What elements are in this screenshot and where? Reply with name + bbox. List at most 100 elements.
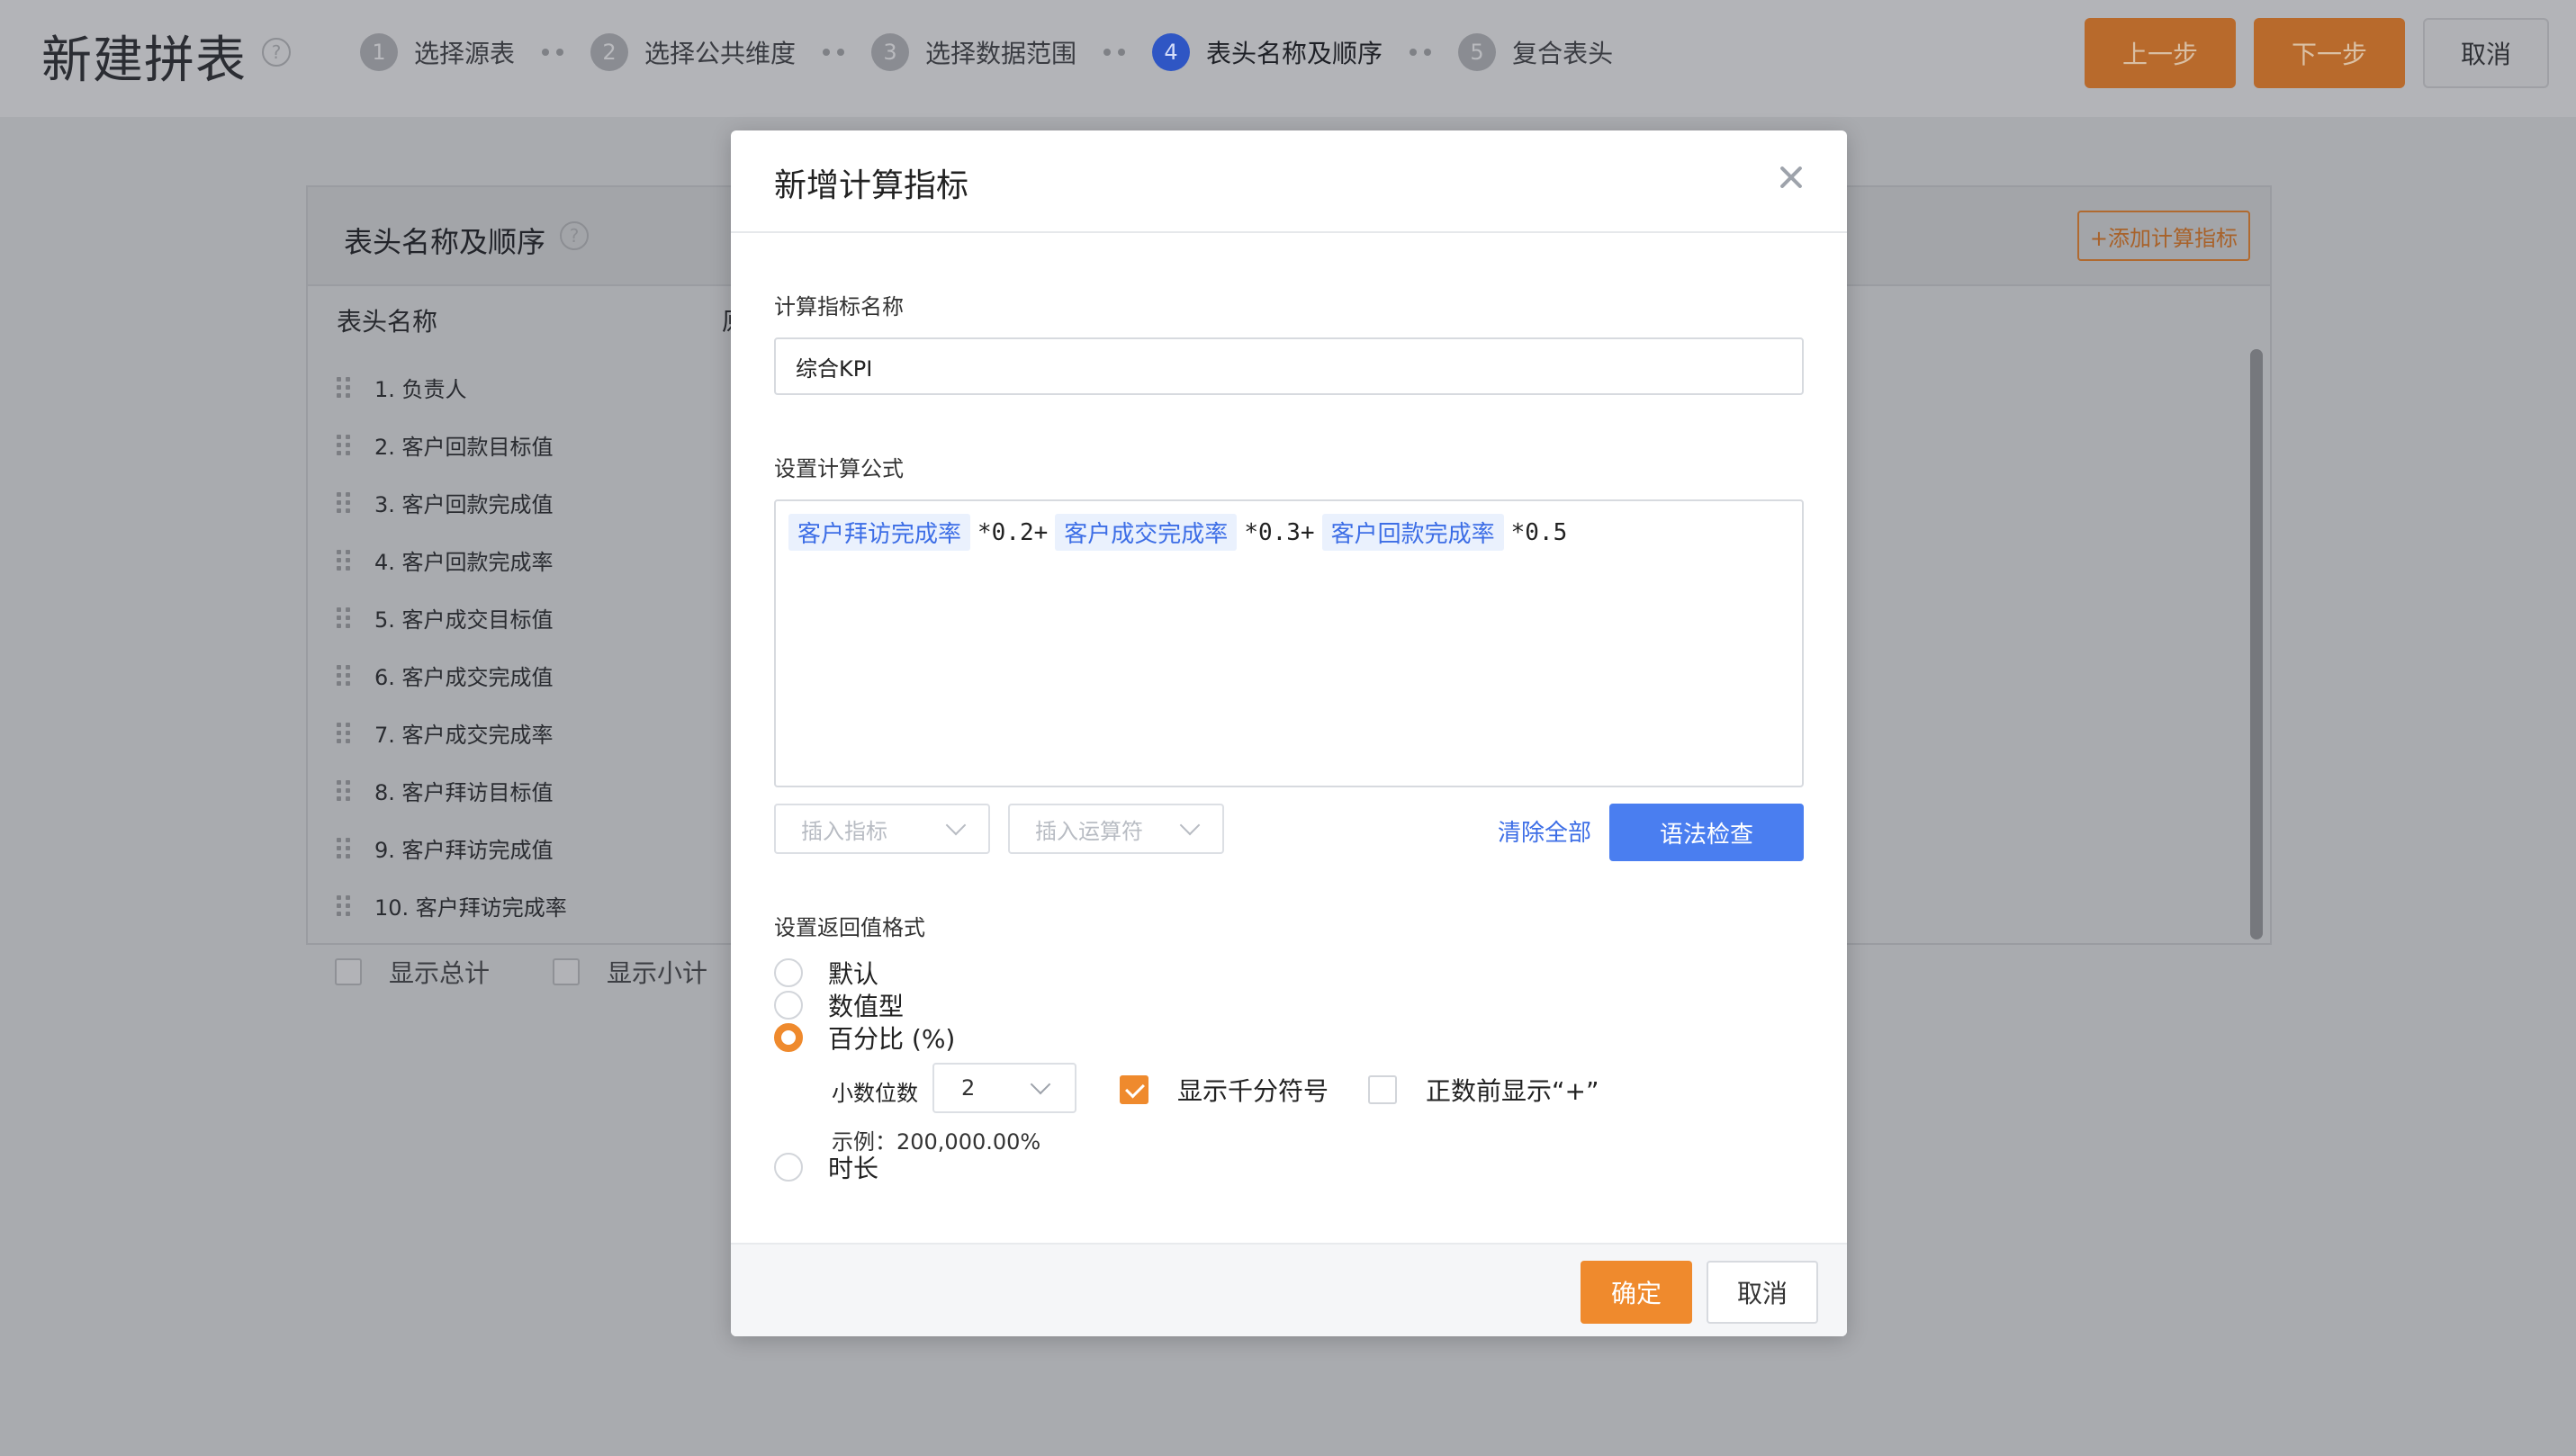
step-label: 选择源表 [414,39,516,68]
cancel-button[interactable]: 取消 [2423,18,2549,88]
format-radio-numeric[interactable]: 数值型 [774,987,904,1023]
step-label: 表头名称及顺序 [1206,39,1383,68]
step-number: 1 [360,33,398,71]
step-number: 5 [1458,33,1497,71]
checkbox-checked-icon [1120,1075,1148,1104]
chevron-down-icon [1179,814,1201,836]
confirm-button[interactable]: 确定 [1581,1261,1692,1324]
insert-metric-placeholder: 插入指标 [801,818,887,844]
radio-icon [774,991,803,1020]
decimals-label: 小数位数 [832,1081,918,1106]
help-icon[interactable]: ? [560,221,589,250]
dialog-header: 新增计算指标 [731,130,1847,233]
show-thousands-checkbox[interactable]: 显示千分符号 [1120,1072,1329,1108]
step-2[interactable]: 2 选择公共维度 [590,33,796,71]
drag-handle-icon[interactable] [337,662,351,688]
format-radio-percent[interactable]: 百分比 (%) [774,1020,955,1056]
radio-label: 百分比 (%) [828,1024,956,1054]
item-label: 7. 客户成交完成率 [374,722,554,748]
step-1[interactable]: 1 选择源表 [360,33,515,71]
item-label: 3. 客户回款完成值 [374,491,554,517]
list-item[interactable]: 10. 客户拜访完成率客 [337,876,772,934]
help-icon[interactable]: ? [262,38,291,67]
show-total-label: 显示总计 [389,958,491,988]
item-label: 5. 客户成交目标值 [374,607,554,633]
metric-name-input[interactable]: 综合KPI [774,337,1804,395]
formula-metric-token[interactable]: 客户成交完成率 [1055,514,1238,551]
checkbox-label: 显示千分符号 [1177,1076,1329,1106]
list-item[interactable]: 3. 客户回款完成值客 [337,473,772,531]
step-5[interactable]: 5 复合表头 [1458,33,1613,71]
show-plus-checkbox[interactable]: 正数前显示“+” [1368,1072,1599,1108]
drag-handle-icon[interactable] [337,432,351,457]
drag-handle-icon[interactable] [337,777,351,803]
drag-handle-icon[interactable] [337,835,351,860]
next-step-button[interactable]: 下一步 [2254,18,2405,88]
clear-all-link[interactable]: 清除全部 [1498,814,1591,848]
step-3[interactable]: 3 选择数据范围 [871,33,1076,71]
drag-handle-icon[interactable] [337,605,351,630]
formula-metric-token[interactable]: 客户回款完成率 [1321,514,1504,551]
drag-handle-icon[interactable] [337,547,351,572]
format-radio-default[interactable]: 默认 [774,955,878,991]
item-label: 4. 客户回款完成率 [374,549,554,575]
drag-handle-icon[interactable] [337,490,351,515]
dialog-title: 新增计算指标 [774,167,969,204]
step-label: 选择数据范围 [925,39,1077,68]
list-item[interactable]: 6. 客户成交完成值客 [337,646,772,704]
add-calculated-metric-button[interactable]: +添加计算指标 [2076,211,2250,261]
show-subtotal-label: 显示小计 [607,958,708,988]
insert-metric-select[interactable]: 插入指标 [774,804,990,854]
chevron-down-icon [1030,1074,1051,1095]
item-label: 6. 客户成交完成值 [374,664,554,690]
drag-handle-icon[interactable] [337,893,351,918]
drag-handle-icon[interactable] [337,374,351,400]
stepper: 1 选择源表 2 选择公共维度 3 选择数据范围 4 表头名称及顺序 5 复合表… [360,32,1613,72]
prev-step-button[interactable]: 上一步 [2085,18,2236,88]
step-4[interactable]: 4 表头名称及顺序 [1152,33,1383,71]
step-label: 选择公共维度 [644,39,797,68]
show-subtotal-checkbox[interactable]: 显示小计 [553,954,707,990]
radio-icon [774,1153,803,1182]
dialog-cancel-button[interactable]: 取消 [1707,1261,1818,1324]
formula-operator: *0.5 [1510,518,1568,546]
list-item[interactable]: 9. 客户拜访完成值客 [337,819,772,876]
show-total-checkbox[interactable]: 显示总计 [335,954,490,990]
decimals-select[interactable]: 2 [932,1063,1076,1113]
formula-label: 设置计算公式 [774,456,904,481]
step-number: 4 [1152,33,1191,71]
item-label: 10. 客户拜访完成率 [374,894,567,921]
checkbox-icon [553,958,581,985]
drag-handle-icon[interactable] [337,720,351,745]
step-label: 复合表头 [1512,39,1614,68]
radio-label: 时长 [828,1154,879,1183]
step-separator [823,49,845,56]
list-item[interactable]: 7. 客户成交完成率客 [337,704,772,761]
item-label: 8. 客户拜访目标值 [374,779,554,805]
formula-operator: *0.3+ [1244,518,1315,546]
formula-metric-token[interactable]: 客户拜访完成率 [788,514,971,551]
radio-label: 默认 [828,959,879,989]
syntax-check-button[interactable]: 语法检查 [1609,804,1804,861]
scrollbar[interactable] [2250,349,2263,939]
decimals-value: 2 [961,1075,976,1101]
checkbox-label: 正数前显示“+” [1426,1076,1599,1106]
step-number: 2 [590,33,629,71]
close-icon[interactable] [1773,159,1809,195]
formula-editor[interactable]: 客户拜访完成率 *0.2+ 客户成交完成率 *0.3+ 客户回款完成率 *0.5 [774,499,1804,787]
radio-label: 数值型 [828,992,905,1021]
list-item[interactable]: 5. 客户成交目标值客 [337,589,772,646]
total-options: 显示总计 显示小计 [335,954,770,990]
list-item[interactable]: 4. 客户回款完成率客 [337,531,772,589]
format-label: 设置返回值格式 [774,915,925,940]
list-item[interactable]: 2. 客户回款目标值客 [337,416,772,473]
header-list: 1. 负责人 2. 客户回款目标值客 3. 客户回款完成值客 4. 客户回款完成… [337,358,772,934]
column-header-name: 表头名称 [337,307,438,337]
step-number: 3 [871,33,910,71]
add-metric-dialog: 新增计算指标 计算指标名称 综合KPI 设置计算公式 客户拜访完成率 *0.2+… [731,130,1847,1336]
list-item[interactable]: 8. 客户拜访目标值客 [337,761,772,819]
checkbox-icon [335,958,362,985]
list-item[interactable]: 1. 负责人 [337,358,567,416]
format-radio-duration[interactable]: 时长 [774,1149,878,1185]
insert-operator-select[interactable]: 插入运算符 [1008,804,1224,854]
